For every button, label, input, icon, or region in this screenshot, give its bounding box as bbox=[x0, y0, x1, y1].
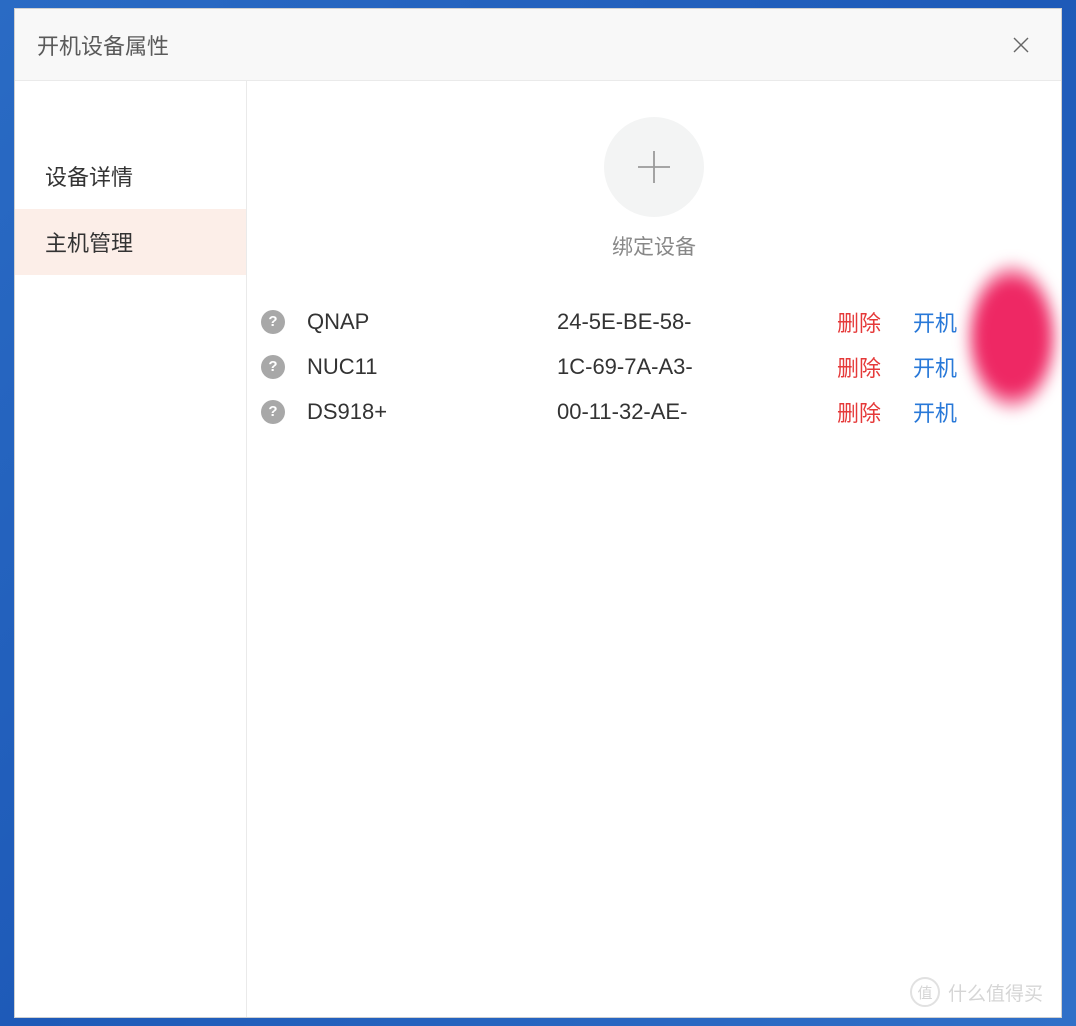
sidebar-item-label: 设备详情 bbox=[45, 160, 133, 192]
watermark-badge: 值 bbox=[910, 977, 940, 1007]
plus-icon bbox=[632, 145, 676, 189]
delete-button[interactable]: 删除 bbox=[837, 351, 881, 383]
power-on-button[interactable]: 开机 bbox=[913, 306, 957, 338]
body-area: 设备详情 主机管理 绑定设备 ? bbox=[15, 81, 1061, 1017]
device-list: ? QNAP 24-5E-BE-58- 删除 开机 ? NUC11 1C-69-… bbox=[247, 299, 1061, 434]
device-mac: 1C-69-7A-A3- bbox=[557, 354, 837, 380]
device-mac: 00-11-32-AE- bbox=[557, 399, 837, 425]
device-row: ? DS918+ 00-11-32-AE- 删除 开机 bbox=[251, 389, 1057, 434]
question-icon: ? bbox=[261, 400, 285, 424]
window-title: 开机设备属性 bbox=[37, 29, 169, 61]
device-name: NUC11 bbox=[307, 354, 557, 380]
add-device-label: 绑定设备 bbox=[612, 231, 696, 261]
close-button[interactable] bbox=[1005, 29, 1037, 61]
sidebar-item-host-management[interactable]: 主机管理 bbox=[15, 209, 246, 275]
watermark: 值 什么值得买 bbox=[910, 977, 1043, 1007]
close-icon bbox=[1011, 35, 1031, 55]
sidebar: 设备详情 主机管理 bbox=[15, 81, 247, 1017]
titlebar: 开机设备属性 bbox=[15, 9, 1061, 81]
device-name: DS918+ bbox=[307, 399, 557, 425]
sidebar-item-label: 主机管理 bbox=[45, 226, 133, 258]
device-mac: 24-5E-BE-58- bbox=[557, 309, 837, 335]
power-on-button[interactable]: 开机 bbox=[913, 351, 957, 383]
main-content: 绑定设备 ? QNAP 24-5E-BE-58- 删除 开机 ? NUC11 1… bbox=[247, 81, 1061, 1017]
device-name: QNAP bbox=[307, 309, 557, 335]
watermark-text: 什么值得买 bbox=[948, 979, 1043, 1006]
question-icon: ? bbox=[261, 310, 285, 334]
question-icon: ? bbox=[261, 355, 285, 379]
power-on-button[interactable]: 开机 bbox=[913, 396, 957, 428]
device-row: ? QNAP 24-5E-BE-58- 删除 开机 bbox=[251, 299, 1057, 344]
delete-button[interactable]: 删除 bbox=[837, 396, 881, 428]
delete-button[interactable]: 删除 bbox=[837, 306, 881, 338]
device-row: ? NUC11 1C-69-7A-A3- 删除 开机 bbox=[251, 344, 1057, 389]
sidebar-item-device-details[interactable]: 设备详情 bbox=[15, 143, 246, 209]
add-device-button[interactable] bbox=[604, 117, 704, 217]
dialog-window: 开机设备属性 设备详情 主机管理 bbox=[14, 8, 1062, 1018]
add-device-section: 绑定设备 bbox=[247, 117, 1061, 261]
